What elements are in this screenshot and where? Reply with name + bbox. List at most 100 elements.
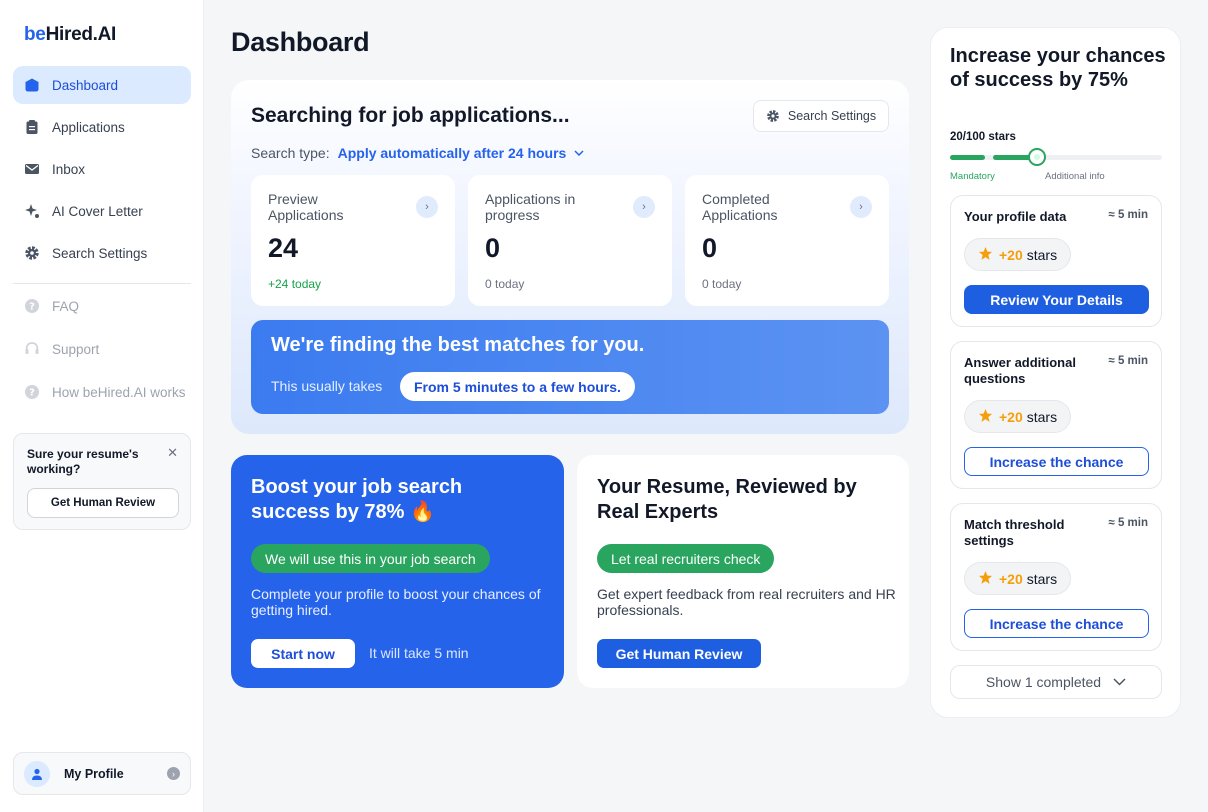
clipboard-icon xyxy=(24,119,40,135)
stat-today: 0 today xyxy=(485,277,525,291)
progress-handle[interactable] xyxy=(1028,148,1046,166)
start-now-button[interactable]: Start now xyxy=(251,639,355,668)
boost-title: Boost your job search success by 78% 🔥 xyxy=(251,476,463,523)
finding-title: We're finding the best matches for you. xyxy=(271,334,645,356)
sidebar-item-applications[interactable]: Applications xyxy=(13,108,191,146)
stat-value: 0 xyxy=(702,233,718,263)
stars-word: stars xyxy=(1026,408,1058,425)
stat-card-preview[interactable]: Preview Applications › 24 +24 today xyxy=(251,175,455,306)
resume-review-card: Your Resume, Reviewed by Real Experts Le… xyxy=(577,455,909,688)
my-profile-button[interactable]: My Profile › xyxy=(13,752,191,795)
review-description: Get expert feedback from real recruiters… xyxy=(597,586,896,618)
svg-text:?: ? xyxy=(29,302,35,313)
star-icon xyxy=(978,246,993,264)
stars-count: 20/100 stars xyxy=(950,131,1016,143)
sidebar-item-inbox[interactable]: Inbox xyxy=(13,150,191,188)
logo-text: Hired.AI xyxy=(45,24,117,45)
sidebar-item-label: Inbox xyxy=(52,161,86,177)
search-status-card: Searching for job applications... Search… xyxy=(231,80,909,434)
chevron-right-icon[interactable]: › xyxy=(416,196,438,218)
stars-reward-badge: +20 stars xyxy=(964,562,1072,595)
sidebar-item-search-settings[interactable]: Search Settings xyxy=(13,234,191,272)
show-completed-button[interactable]: Show 1 completed xyxy=(950,665,1162,699)
sidebar-item-label: Applications xyxy=(52,119,125,135)
additional-info-label: Additional info xyxy=(1045,171,1105,182)
task-title: Match threshold settings xyxy=(964,517,1065,548)
stat-label: Preview Applications xyxy=(268,191,344,223)
finding-matches-banner: We're finding the best matches for you. … xyxy=(251,320,889,414)
review-title: Your Resume, Reviewed by Real Experts xyxy=(597,476,857,523)
search-type-label: Search type: xyxy=(251,145,330,161)
sparkle-icon xyxy=(24,203,40,219)
chevron-right-icon[interactable]: › xyxy=(850,196,872,218)
task-card-profile-data: Your profile data ≈ 5 min +20 stars Revi… xyxy=(950,195,1162,327)
task-title: Your profile data xyxy=(964,209,1067,224)
chevron-down-icon[interactable] xyxy=(574,148,584,159)
increase-chance-button[interactable]: Increase the chance xyxy=(964,447,1149,476)
close-icon[interactable]: ✕ xyxy=(167,445,178,461)
boost-description: Complete your profile to boost your chan… xyxy=(251,586,541,618)
boost-card: Boost your job search success by 78% 🔥 W… xyxy=(231,455,564,688)
chevron-down-icon xyxy=(1113,678,1126,686)
logo-prefix: be xyxy=(24,24,46,45)
sidebar-item-faq[interactable]: ? FAQ xyxy=(13,287,191,325)
stars-word: stars xyxy=(1026,246,1058,263)
task-card-additional-questions: Answer additional questions ≈ 5 min +20 … xyxy=(950,341,1162,489)
search-status-title: Searching for job applications... xyxy=(251,104,570,127)
star-icon xyxy=(978,570,993,588)
mandatory-label: Mandatory xyxy=(950,171,995,182)
chevron-right-icon[interactable]: › xyxy=(633,196,655,218)
user-icon xyxy=(24,760,50,787)
task-time: ≈ 5 min xyxy=(1108,355,1148,367)
finding-label: This usually takes xyxy=(271,378,383,394)
svg-text:?: ? xyxy=(29,388,35,399)
stat-card-completed[interactable]: Completed Applications › 0 0 today xyxy=(685,175,889,306)
dashboard-icon xyxy=(24,77,40,93)
search-type-row: Search type: Apply automatically after 2… xyxy=(251,145,584,161)
gear-icon xyxy=(24,245,40,261)
app-logo[interactable]: beHired.AI xyxy=(24,24,116,46)
chevron-right-icon: › xyxy=(167,767,180,780)
get-human-review-button[interactable]: Get Human Review xyxy=(597,639,761,668)
boost-time-note: It will take 5 min xyxy=(369,645,469,661)
sidebar-item-label: Support xyxy=(52,341,100,357)
sidebar: beHired.AI Dashboard Applications Inbox … xyxy=(0,0,204,812)
get-human-review-button[interactable]: Get Human Review xyxy=(27,488,179,518)
sidebar-item-label: AI Cover Letter xyxy=(52,203,143,219)
sidebar-item-label: FAQ xyxy=(52,298,80,314)
review-pill: Let real recruiters check xyxy=(597,544,775,573)
stat-card-in-progress[interactable]: Applications in progress › 0 0 today xyxy=(468,175,672,306)
sidebar-item-ai-cover-letter[interactable]: AI Cover Letter xyxy=(13,192,191,230)
stat-today: +24 today xyxy=(268,277,322,291)
sidebar-item-how-it-works[interactable]: ? How beHired.AI works xyxy=(13,373,191,411)
search-settings-button[interactable]: Search Settings xyxy=(753,100,889,132)
sidebar-item-label: Dashboard xyxy=(52,77,119,93)
sidebar-item-support[interactable]: Support xyxy=(13,330,191,368)
stars-reward: +20 xyxy=(999,408,1023,425)
increase-chance-button[interactable]: Increase the chance xyxy=(964,609,1149,638)
help-icon: ? xyxy=(24,384,40,400)
boost-pill: We will use this in your job search xyxy=(251,544,490,573)
headset-icon xyxy=(24,341,40,357)
sidebar-divider xyxy=(13,283,191,284)
duration-pill: From 5 minutes to a few hours. xyxy=(400,372,635,401)
success-panel: Increase your chances of success by 75% … xyxy=(930,27,1181,718)
mail-icon xyxy=(24,161,40,177)
resume-review-promo: Sure your resume's working? ✕ Get Human … xyxy=(13,433,191,530)
search-type-dropdown[interactable]: Apply automatically after 24 hours xyxy=(338,145,567,161)
gear-icon xyxy=(767,110,779,122)
panel-title: Increase your chances of success by 75% xyxy=(950,45,1166,91)
stars-word: stars xyxy=(1026,570,1058,587)
task-card-match-threshold: Match threshold settings ≈ 5 min +20 sta… xyxy=(950,503,1162,651)
sidebar-item-label: How beHired.AI works xyxy=(52,384,186,400)
sidebar-item-dashboard[interactable]: Dashboard xyxy=(13,66,191,104)
task-title: Answer additional questions xyxy=(964,355,1076,386)
stat-label: Completed Applications xyxy=(702,191,778,223)
task-time: ≈ 5 min xyxy=(1108,517,1148,529)
progress-segment-mandatory xyxy=(950,155,985,160)
search-settings-label: Search Settings xyxy=(787,109,877,123)
stat-value: 24 xyxy=(268,233,299,263)
show-completed-label: Show 1 completed xyxy=(985,674,1102,690)
review-your-details-button[interactable]: Review Your Details xyxy=(964,285,1149,314)
stars-reward: +20 xyxy=(999,570,1023,587)
